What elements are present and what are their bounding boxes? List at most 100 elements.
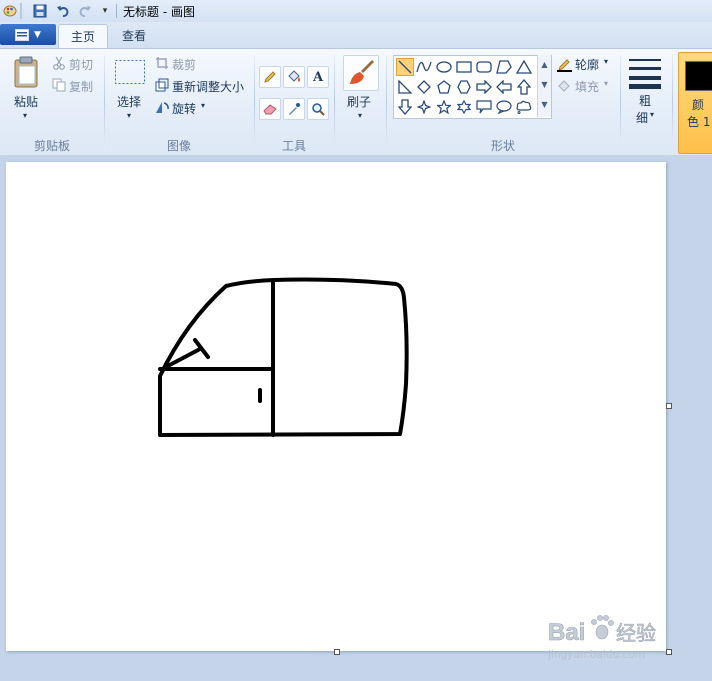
ribbon: 粘贴 ▾ 剪切 复制 剪贴板 选择 ▾ 裁剪 重新调整大小 旋转 ▾ 图像 A bbox=[0, 48, 712, 156]
shapes-gallery bbox=[393, 55, 552, 119]
shape-diamond-icon[interactable] bbox=[415, 78, 433, 96]
paint-menu-button[interactable]: ▼ bbox=[0, 24, 56, 45]
rotate-dropdown-icon[interactable]: ▾ bbox=[201, 101, 205, 110]
shape-up-arrow-icon[interactable] bbox=[515, 78, 533, 96]
group-divider bbox=[334, 55, 335, 149]
save-icon[interactable] bbox=[32, 3, 48, 19]
chevron-down-icon: ▼ bbox=[34, 29, 41, 40]
window-title: 无标题 - 画图 bbox=[123, 5, 195, 19]
tools-group-label: 工具 bbox=[281, 139, 306, 153]
rotate-button[interactable]: 旋转 bbox=[172, 100, 196, 117]
car-body-outline bbox=[158, 277, 409, 437]
shape-down-arrow-icon[interactable] bbox=[396, 98, 414, 116]
undo-icon[interactable] bbox=[55, 3, 71, 19]
baidu-logo: Bai 经验 jingyan.baidu.com bbox=[547, 615, 656, 661]
tab-home[interactable]: 主页 bbox=[58, 24, 109, 50]
shapes-group-label: 形状 bbox=[490, 139, 515, 153]
size-dropdown-icon[interactable]: ▾ bbox=[650, 110, 654, 119]
color1-button[interactable]: 颜 色 1 bbox=[678, 52, 712, 154]
fill-dropdown-icon[interactable]: ▾ bbox=[604, 79, 608, 88]
quick-access-divider bbox=[20, 3, 22, 19]
shape-rect-callout-icon[interactable] bbox=[475, 98, 493, 116]
group-divider bbox=[620, 55, 621, 149]
fill-icon[interactable] bbox=[283, 66, 305, 88]
shape-oval-icon[interactable] bbox=[435, 58, 453, 76]
shape-polygon-icon[interactable] bbox=[495, 58, 513, 76]
color-picker-icon[interactable] bbox=[283, 98, 305, 120]
gallery-expand-icon[interactable]: ▼ bbox=[538, 95, 551, 115]
tab-view[interactable]: 查看 bbox=[110, 24, 158, 48]
shape-cloud-callout-icon[interactable] bbox=[515, 98, 533, 116]
shape-triangle-icon[interactable] bbox=[515, 58, 533, 76]
cut-button[interactable]: 剪切 bbox=[69, 56, 93, 73]
fill-shape-icon bbox=[557, 79, 572, 94]
size-label-bottom[interactable]: 细 bbox=[636, 109, 648, 126]
select-icon[interactable] bbox=[114, 59, 146, 85]
crop-button[interactable]: 裁剪 bbox=[172, 56, 196, 73]
select-label[interactable]: 选择 bbox=[117, 93, 141, 110]
shape-four-point-star-icon[interactable] bbox=[415, 98, 433, 116]
rotate-icon bbox=[155, 100, 169, 114]
menu-icon bbox=[15, 28, 30, 41]
clipboard-group-label: 剪贴板 bbox=[33, 139, 70, 153]
select-dropdown-icon[interactable]: ▾ bbox=[127, 111, 131, 120]
outline-icon bbox=[557, 57, 572, 72]
fill-button[interactable]: 填充 bbox=[575, 78, 599, 95]
canvas-resize-handle-bottom[interactable] bbox=[334, 649, 340, 655]
resize-icon bbox=[155, 78, 169, 92]
text-icon[interactable]: A bbox=[307, 66, 329, 88]
group-divider bbox=[386, 55, 387, 149]
shape-oval-callout-icon[interactable] bbox=[495, 98, 513, 116]
paint-app-icon[interactable] bbox=[2, 3, 18, 19]
line-width-icon[interactable] bbox=[628, 57, 662, 89]
group-divider bbox=[104, 55, 105, 149]
paste-dropdown-icon[interactable]: ▾ bbox=[23, 111, 27, 120]
shape-hexagon-icon[interactable] bbox=[455, 78, 473, 96]
color1-label-bottom: 色 1 bbox=[687, 115, 711, 129]
shape-pentagon-icon[interactable] bbox=[435, 78, 453, 96]
outline-button[interactable]: 轮廓 bbox=[575, 56, 599, 73]
group-divider bbox=[254, 55, 255, 149]
copy-button[interactable]: 复制 bbox=[69, 78, 93, 95]
paste-icon[interactable] bbox=[11, 55, 41, 89]
scroll-down-icon[interactable]: ▼ bbox=[538, 75, 551, 95]
title-bar: ▾ 无标题 - 画图 bbox=[0, 0, 712, 23]
watermark-url: jingyan.baidu.com bbox=[548, 649, 645, 661]
brush-label[interactable]: 刷子 bbox=[347, 93, 371, 110]
magnifier-icon[interactable] bbox=[307, 98, 329, 120]
canvas-resize-handle-right[interactable] bbox=[666, 403, 672, 409]
scissors-icon bbox=[52, 56, 66, 70]
shape-right-triangle-icon[interactable] bbox=[396, 78, 414, 96]
watermark-brand-left: Bai bbox=[548, 619, 585, 646]
paste-label[interactable]: 粘贴 bbox=[14, 93, 38, 110]
brush-icon[interactable] bbox=[343, 55, 379, 91]
redo-icon[interactable] bbox=[77, 3, 93, 19]
pencil-icon[interactable] bbox=[259, 66, 281, 88]
customize-quick-access-icon[interactable]: ▾ bbox=[97, 3, 113, 19]
scroll-up-icon[interactable]: ▲ bbox=[538, 55, 551, 75]
image-group-label: 图像 bbox=[166, 139, 191, 153]
outline-dropdown-icon[interactable]: ▾ bbox=[604, 57, 608, 66]
crop-icon bbox=[155, 56, 169, 70]
resize-button[interactable]: 重新调整大小 bbox=[172, 78, 244, 95]
shape-line-icon[interactable] bbox=[396, 58, 414, 76]
car-drawing bbox=[158, 277, 409, 437]
ribbon-tab-row: ▼ 主页 查看 bbox=[0, 22, 712, 50]
brush-dropdown-icon[interactable]: ▾ bbox=[358, 111, 362, 120]
watermark-brand-right: 经验 bbox=[616, 621, 656, 645]
shape-six-point-star-icon[interactable] bbox=[455, 98, 473, 116]
shape-rectangle-icon[interactable] bbox=[455, 58, 473, 76]
shape-rounded-rectangle-icon[interactable] bbox=[475, 58, 493, 76]
shape-five-point-star-icon[interactable] bbox=[435, 98, 453, 116]
shape-right-arrow-icon[interactable] bbox=[475, 78, 493, 96]
shapes-scrollbar[interactable]: ▲ ▼ ▼ bbox=[537, 55, 551, 117]
paw-icon bbox=[591, 615, 614, 640]
eraser-icon[interactable] bbox=[259, 98, 281, 120]
group-divider bbox=[672, 55, 673, 149]
size-label-top[interactable]: 粗 bbox=[639, 92, 651, 109]
copy-icon bbox=[52, 78, 66, 92]
shape-curve-icon[interactable] bbox=[415, 58, 433, 76]
shape-left-arrow-icon[interactable] bbox=[495, 78, 513, 96]
color1-swatch bbox=[685, 61, 712, 91]
drawing-canvas[interactable] bbox=[6, 162, 666, 651]
